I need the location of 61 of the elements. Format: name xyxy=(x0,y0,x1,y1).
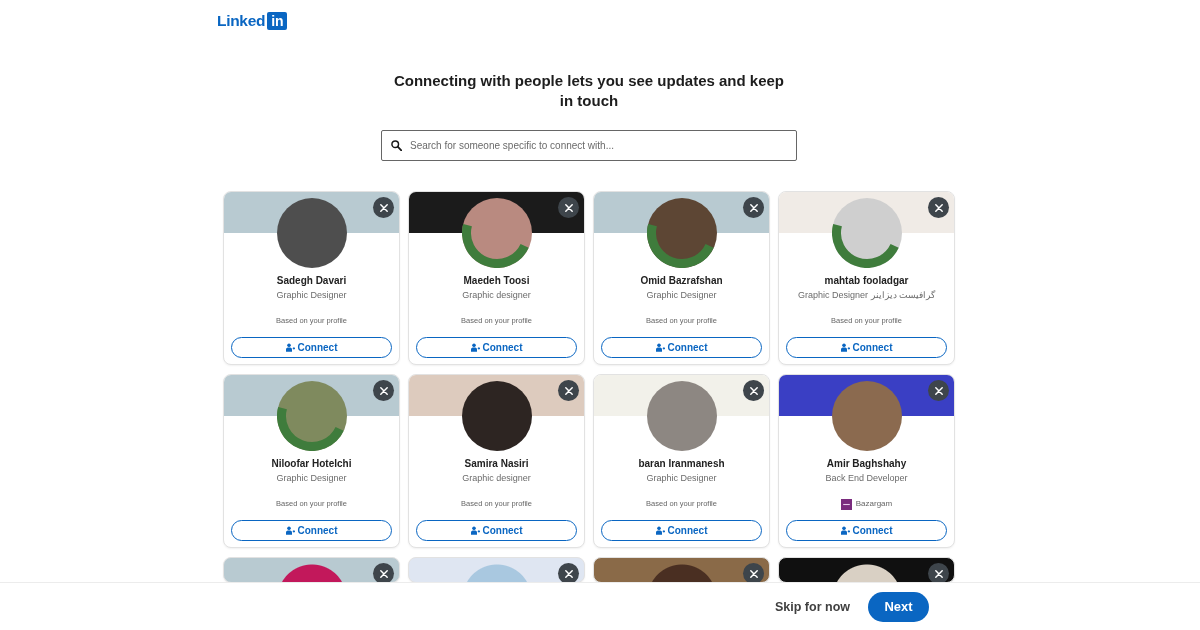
close-icon xyxy=(934,203,943,212)
person-headline: Graphic designer xyxy=(462,289,531,302)
person-add-icon xyxy=(840,343,850,352)
search-icon xyxy=(391,140,402,151)
close-icon xyxy=(749,203,758,212)
person-add-icon xyxy=(655,526,665,535)
open-to-work-ring xyxy=(646,224,714,268)
person-name: Omid Bazrafshan xyxy=(640,274,723,288)
close-icon xyxy=(564,386,573,395)
connect-button[interactable]: Connect xyxy=(416,520,577,541)
logo-wordmark: Linked xyxy=(217,11,266,30)
dismiss-button[interactable] xyxy=(743,563,764,582)
person-name: baran Iranmanesh xyxy=(638,457,725,471)
open-to-work-ring xyxy=(831,224,899,268)
person-headline: Graphic Designer xyxy=(276,472,347,485)
page-heading: Connecting with people lets you see updates and keep in touch xyxy=(392,71,786,111)
connect-button[interactable]: Connect xyxy=(601,520,762,541)
skip-button[interactable]: Skip for now xyxy=(771,597,854,616)
company-name: Bazargam xyxy=(855,498,893,510)
company-logo-icon xyxy=(840,498,852,510)
close-icon xyxy=(749,386,758,395)
close-icon xyxy=(379,569,388,578)
next-button[interactable]: Next xyxy=(868,591,929,622)
person-add-icon xyxy=(470,526,480,535)
close-icon xyxy=(934,569,943,578)
dismiss-button[interactable] xyxy=(928,563,949,582)
connect-button[interactable]: Connect xyxy=(786,520,947,541)
person-headline: Graphic Designer xyxy=(276,289,347,302)
open-to-work-ring xyxy=(461,224,529,268)
person-name: Niloofar Hotelchi xyxy=(271,457,352,471)
person-headline: Graphic Designer xyxy=(646,472,717,485)
connect-button[interactable]: Connect xyxy=(786,337,947,358)
open-to-work-ring xyxy=(276,407,344,451)
person-add-icon xyxy=(840,526,850,535)
person-headline: Back End Developer xyxy=(825,472,908,485)
close-icon xyxy=(564,569,573,578)
search-field[interactable]: Search for someone specific to connect with... xyxy=(381,130,797,161)
close-icon xyxy=(934,386,943,395)
close-icon xyxy=(379,386,388,395)
person-name: mahtab fooladgar xyxy=(824,274,909,288)
person-add-icon xyxy=(285,343,295,352)
person-name: Sadegh Davari xyxy=(276,274,347,288)
connect-button[interactable]: Connect xyxy=(416,337,577,358)
person-name: Maedeh Toosi xyxy=(463,274,530,288)
connect-button[interactable]: Connect xyxy=(231,520,392,541)
person-name: Amir Baghshahy xyxy=(826,457,907,471)
person-name: Samira Nasiri xyxy=(464,457,529,471)
person-headline: Graphic Designer xyxy=(646,289,717,302)
close-icon xyxy=(564,203,573,212)
person-add-icon xyxy=(470,343,480,352)
logo-badge: in xyxy=(267,11,287,30)
dismiss-button[interactable] xyxy=(558,563,579,582)
person-add-icon xyxy=(285,526,295,535)
person-add-icon xyxy=(655,343,665,352)
person-headline: Graphic Designer گرافیست دیزاینر xyxy=(797,289,936,302)
connect-button[interactable]: Connect xyxy=(601,337,762,358)
close-icon xyxy=(379,203,388,212)
close-icon xyxy=(749,569,758,578)
person-headline: Graphic designer xyxy=(462,472,531,485)
dismiss-button[interactable] xyxy=(373,563,394,582)
connect-button[interactable]: Connect xyxy=(231,337,392,358)
